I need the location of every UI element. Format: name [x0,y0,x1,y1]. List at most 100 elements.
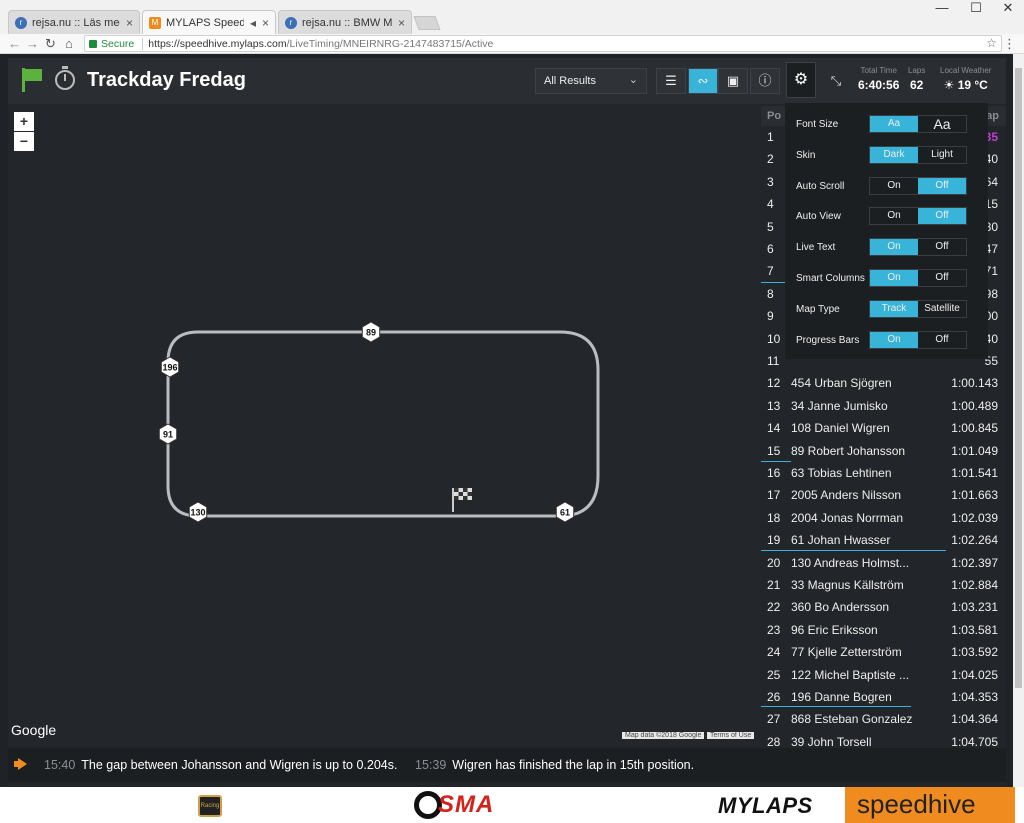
settings-option[interactable]: On [870,208,918,224]
row-best-lap: 1:00.489 [951,398,998,413]
divider [142,37,144,50]
row-position: 17 [767,488,781,503]
browser-tab-strip: r rejsa.nu :: Läs meddeland × M MYLAPS S… [0,0,1024,34]
ticker-time: 15:39 [415,758,447,772]
row-divider [761,706,911,707]
car-marker[interactable]: 89 [361,321,381,343]
home-icon[interactable]: ⌂ [65,36,73,51]
table-row[interactable]: 18 2004 Jonas Norrman 1:02.039 [761,507,1006,529]
fullscreen-button[interactable]: ⤡ [823,68,849,94]
browser-menu-icon[interactable]: ⋮ [1003,36,1016,52]
sponsor-badge-logo[interactable]: Racing [198,795,222,817]
settings-toggle: Track Satellite [869,299,967,318]
row-best-lap: 1:03.231 [951,600,998,615]
table-row[interactable]: 16 63 Tobias Lehtinen 1:01.541 [761,462,1006,484]
row-position: 18 [767,510,781,525]
chevron-down-icon: ⌄ [628,74,638,86]
car-marker-number: 89 [366,328,376,338]
car-marker[interactable]: 196 [160,356,180,378]
total-time-label: Total Time [860,66,897,75]
back-icon[interactable]: ← [8,36,21,51]
track-map-button[interactable]: ∾ [688,68,718,94]
page-scrollbar[interactable] [1013,54,1024,787]
list-view-button[interactable]: ☰ [656,68,686,94]
row-driver: 108 Daniel Wigren [791,421,890,436]
settings-option[interactable]: Aa [870,116,918,132]
browser-tab-speedhive[interactable]: M MYLAPS Speedhive ◂ × [142,10,276,34]
table-row[interactable]: 27 868 Esteban Gonzalez 1:04.364 [761,708,1006,730]
checkered-flag-icon [452,488,472,512]
live-text-ticker: 15:40 The gap between Johansson and Wigre… [8,748,1006,782]
car-marker[interactable]: 91 [158,423,178,445]
minimize-icon[interactable]: — [925,0,959,16]
table-row[interactable]: 15 89 Robert Johansson 1:01.049 [761,440,1006,462]
table-row[interactable]: 17 2005 Anders Nilsson 1:01.663 [761,484,1006,506]
settings-button[interactable]: ⚙ [786,62,816,98]
settings-option[interactable]: Track [870,300,918,317]
settings-row: Skin Dark Light [785,145,988,168]
car-marker[interactable]: 61 [555,501,575,523]
table-row[interactable]: 14 108 Daniel Wigren 1:00.845 [761,417,1006,439]
table-row[interactable]: 20 130 Andreas Holmst... 1:02.397 [761,552,1006,574]
table-row[interactable]: 25 122 Michel Baptiste ... 1:04.025 [761,664,1006,686]
settings-option[interactable]: Light [918,147,966,163]
settings-option[interactable]: Satellite [918,301,966,317]
settings-label: Smart Columns [796,273,865,284]
row-best-lap: 1:00.845 [951,421,998,436]
row-position: 22 [767,600,781,615]
table-row[interactable]: 13 34 Janne Jumisko 1:00.489 [761,395,1006,417]
settings-toggle: On Off [869,238,967,257]
speedhive-logo[interactable]: speedhive [845,787,1015,823]
table-row[interactable]: 24 77 Kjelle Zetterström 1:03.592 [761,641,1006,663]
gear-icon: ⚙ [793,71,809,88]
settings-option[interactable]: On [870,331,918,348]
settings-option[interactable]: Off [918,332,966,348]
new-tab-button[interactable] [413,16,441,30]
browser-tab-rejsa-1[interactable]: r rejsa.nu :: Läs meddeland × [8,10,140,34]
table-row[interactable]: 23 96 Eric Eriksson 1:03.581 [761,619,1006,641]
settings-option[interactable]: Aa [918,116,966,132]
lap-column-header: ap [986,110,999,122]
row-divider [761,461,791,462]
mylaps-logo[interactable]: MYLAPS [718,793,813,819]
row-driver: 2005 Anders Nilsson [791,488,902,503]
settings-option[interactable]: On [870,178,918,194]
settings-option[interactable]: On [870,239,918,256]
browser-tab-rejsa-2[interactable]: r rejsa.nu :: BMW M2 -16 - × [278,10,412,34]
scrollbar-thumb[interactable] [1015,68,1022,688]
maximize-icon[interactable]: ☐ [959,0,993,16]
info-button[interactable]: ⓘ [750,68,780,94]
rejsa-favicon-icon: r [285,16,297,29]
track-map[interactable]: + − 89 196 91 130 61 Google Map data ©2018 G… [8,106,759,746]
table-row[interactable]: 21 33 Magnus Källström 1:02.884 [761,574,1006,596]
reload-icon[interactable]: ↻ [45,36,56,52]
car-marker[interactable]: 130 [188,501,208,523]
settings-option[interactable]: On [870,270,918,286]
settings-option[interactable]: Off [918,177,966,194]
table-row[interactable]: 26 196 Danne Bogren 1:04.353 [761,686,1006,708]
speaker-icon[interactable]: ◂ [250,16,256,30]
settings-option[interactable]: Off [918,270,966,286]
url-field[interactable]: Secure https://speedhive.mylaps.com/Live… [84,35,1002,52]
bookmark-star-icon[interactable]: ☆ [986,36,997,50]
table-row[interactable]: 19 61 Johan Hwasser 1:02.264 [761,529,1006,551]
results-filter-dropdown[interactable]: All Results ⌄ [535,68,647,94]
table-row[interactable]: 22 360 Bo Andersson 1:03.231 [761,596,1006,618]
settings-option[interactable]: Off [918,239,966,255]
close-window-icon[interactable]: ✕ [991,0,1024,16]
terms-of-use-link[interactable]: Terms of Use [707,732,755,739]
close-tab-icon[interactable]: × [126,16,133,30]
sma-logo[interactable]: SMA [414,790,494,820]
close-tab-icon[interactable]: × [398,16,405,30]
settings-option[interactable]: Off [918,208,966,225]
ticker-message: 15:39 Wigren has finished the lap in 15th… [415,758,694,772]
car-marker-number: 91 [163,430,173,440]
settings-option[interactable]: Dark [870,146,918,163]
video-button[interactable]: ▣ [718,68,748,94]
close-tab-icon[interactable]: × [262,16,269,30]
table-row[interactable]: 28 39 John Torsell 1:04.705 [761,731,1006,746]
mylaps-favicon-icon: M [149,16,161,29]
settings-row: Auto View On Off [785,207,988,229]
table-row[interactable]: 12 454 Urban Sjögren 1:00.143 [761,372,1006,394]
forward-icon[interactable]: → [26,36,39,51]
